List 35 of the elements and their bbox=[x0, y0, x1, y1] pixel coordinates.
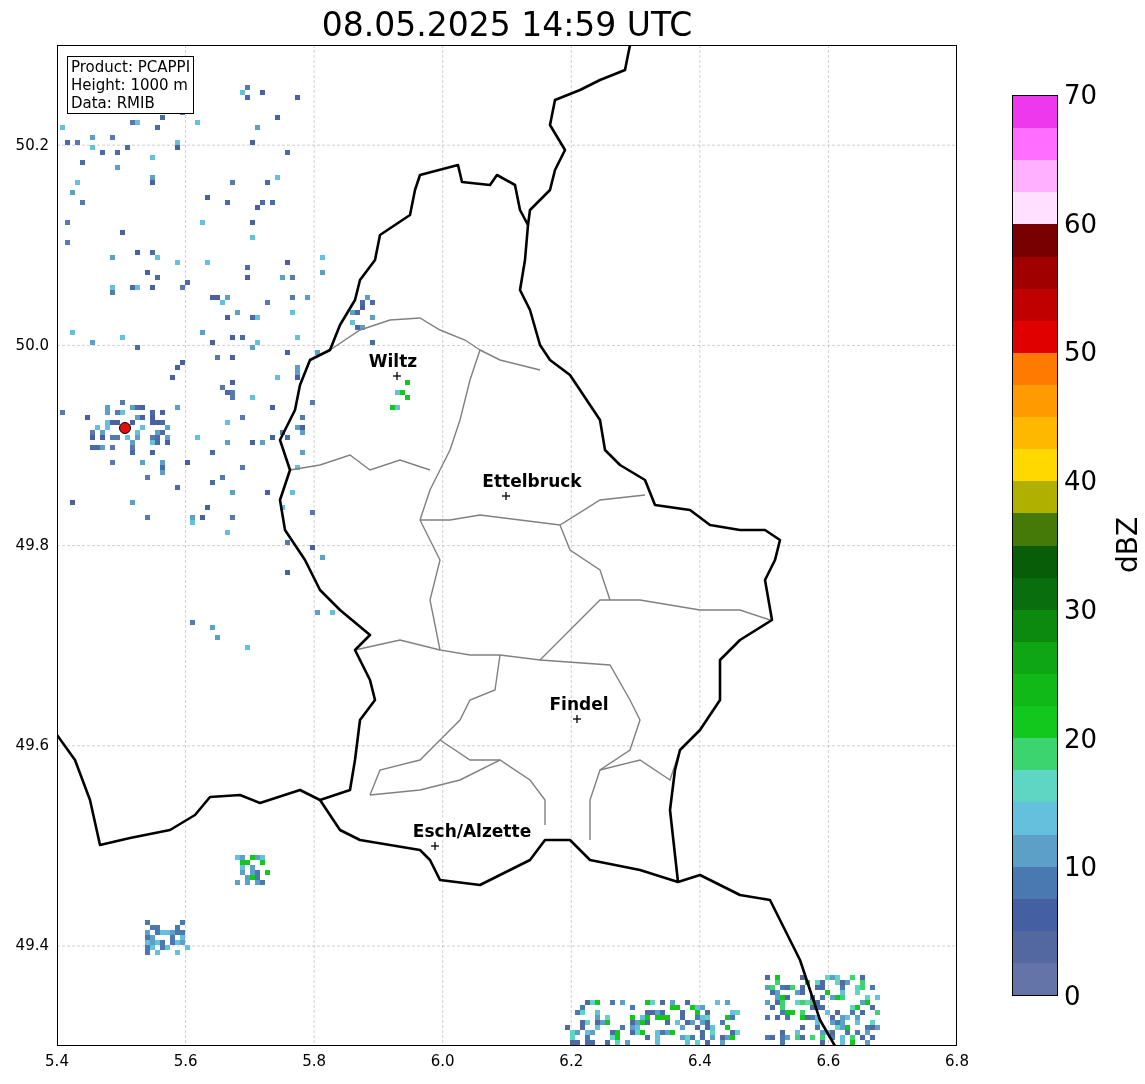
plot-title: 08.05.2025 14:59 UTC bbox=[321, 5, 693, 45]
colorbar-tick-label: 40 bbox=[1064, 466, 1098, 497]
city-label: Esch/Alzette bbox=[412, 821, 532, 841]
y-tick-label: 49.6 bbox=[15, 736, 49, 754]
colorbar-tick-label: 60 bbox=[1064, 208, 1098, 239]
radar-site-marker bbox=[119, 422, 131, 434]
x-tick-label: 6.6 bbox=[816, 1052, 841, 1070]
x-tick-label: 5.6 bbox=[173, 1052, 198, 1070]
x-tick-label: 5.8 bbox=[302, 1052, 327, 1070]
y-tick-label: 49.8 bbox=[15, 536, 49, 554]
colorbar-tick-label: 70 bbox=[1064, 80, 1098, 110]
city-label: Ettelbruck bbox=[482, 471, 582, 491]
colorbar-tick-label: 20 bbox=[1064, 723, 1098, 754]
x-tick-label: 6.0 bbox=[430, 1052, 455, 1070]
colorbar-tick-label: 10 bbox=[1064, 852, 1098, 883]
x-tick-label: 6.8 bbox=[945, 1052, 969, 1070]
colorbar-axis-label: dBZ bbox=[1113, 516, 1144, 574]
y-tick-label: 49.4 bbox=[15, 936, 49, 954]
x-tick-label: 5.4 bbox=[45, 1052, 69, 1070]
city-label: Wiltz bbox=[368, 351, 418, 371]
city-marker-icon bbox=[572, 714, 582, 724]
info-text: Height: 1000 m bbox=[71, 76, 189, 94]
colorbar-tick-label: 0 bbox=[1064, 981, 1081, 1011]
city-marker-icon bbox=[392, 371, 402, 381]
city-marker-icon bbox=[430, 841, 440, 851]
y-tick-label: 50.2 bbox=[15, 136, 49, 154]
colorbar-tick-label: 50 bbox=[1064, 337, 1098, 368]
city-label: Findel bbox=[549, 694, 609, 714]
info-text: Data: RMIB bbox=[71, 94, 156, 112]
x-tick-label: 6.4 bbox=[687, 1052, 712, 1070]
colorbar-tick-label: 30 bbox=[1064, 594, 1098, 625]
info-text: Product: PCAPPI bbox=[71, 58, 191, 76]
x-tick-label: 6.2 bbox=[559, 1052, 584, 1070]
y-tick-label: 50.0 bbox=[15, 336, 49, 354]
city-marker-icon bbox=[501, 491, 511, 501]
